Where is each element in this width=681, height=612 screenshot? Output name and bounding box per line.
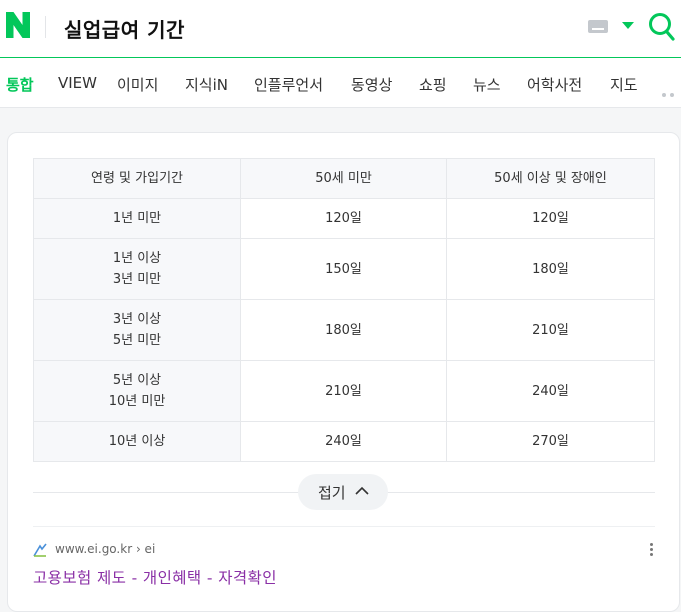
source-url: www.ei.go.kr › ei — [55, 542, 156, 556]
table-row: 10년 이상 240일 270일 — [33, 421, 655, 462]
table-row: 1년 미만 120일 120일 — [33, 198, 655, 239]
more-tabs-icon[interactable] — [662, 82, 678, 101]
site-favicon-icon — [33, 543, 47, 557]
tab-video[interactable]: 동영상 — [351, 74, 392, 95]
table-cell-period: 1년 이상 3년 미만 — [33, 238, 241, 300]
table-cell: 150일 — [240, 238, 447, 300]
table-header: 50세 미만 — [240, 158, 447, 199]
table-cell: 270일 — [446, 421, 655, 462]
table-cell: 120일 — [240, 198, 447, 239]
tab-integrated[interactable]: 통합 — [6, 74, 34, 95]
search-tabs: 통합 VIEW 이미지 지식iN 인플루언서 동영상 쇼핑 뉴스 어학사전 지도 — [0, 58, 681, 108]
keyboard-icon[interactable] — [588, 20, 608, 33]
tab-view[interactable]: VIEW — [58, 74, 97, 92]
table-cell-period: 1년 미만 — [33, 198, 241, 239]
table-row: 5년 이상 10년 미만 210일 240일 — [33, 360, 655, 422]
chevron-up-icon — [355, 486, 369, 495]
tab-knowledge-in[interactable]: 지식iN — [185, 74, 228, 95]
benefit-period-table: 연령 및 가입기간 50세 미만 50세 이상 및 장애인 1년 미만 120일… — [33, 158, 655, 462]
table-cell: 210일 — [240, 360, 447, 422]
tab-influencer[interactable]: 인플루언서 — [254, 74, 323, 95]
search-icon[interactable] — [648, 12, 676, 42]
search-query[interactable]: 실업급여 기간 — [64, 14, 185, 43]
table-cell: 180일 — [446, 238, 655, 300]
table-cell: 240일 — [240, 421, 447, 462]
table-cell-period: 3년 이상 5년 미만 — [33, 299, 241, 361]
collapse-button[interactable]: 접기 — [298, 474, 388, 510]
table-cell: 210일 — [446, 299, 655, 361]
table-row: 3년 이상 5년 미만 180일 210일 — [33, 299, 655, 361]
result-card: 연령 및 가입기간 50세 미만 50세 이상 및 장애인 1년 미만 120일… — [7, 132, 680, 612]
table-cell: 180일 — [240, 299, 447, 361]
caret-down-icon[interactable] — [622, 22, 634, 29]
header-divider — [45, 16, 46, 38]
collapse-button-label: 접기 — [318, 484, 346, 502]
divider — [33, 526, 655, 527]
table-row: 1년 이상 3년 미만 150일 180일 — [33, 238, 655, 300]
table-cell-period: 10년 이상 — [33, 421, 241, 462]
tab-shopping[interactable]: 쇼핑 — [419, 74, 447, 95]
table-header: 연령 및 가입기간 — [33, 158, 241, 199]
more-options-icon[interactable] — [650, 543, 654, 558]
tab-dictionary[interactable]: 어학사전 — [527, 74, 582, 95]
table-cell: 120일 — [446, 198, 655, 239]
table-header: 50세 이상 및 장애인 — [446, 158, 655, 199]
tab-images[interactable]: 이미지 — [117, 74, 158, 95]
table-cell: 240일 — [446, 360, 655, 422]
naver-logo-icon[interactable] — [6, 12, 30, 38]
tab-map[interactable]: 지도 — [610, 74, 638, 95]
tab-news[interactable]: 뉴스 — [473, 74, 501, 95]
result-title-link[interactable]: 고용보험 제도 - 개인혜택 - 자격확인 — [33, 566, 277, 588]
table-cell-period: 5년 이상 10년 미만 — [33, 360, 241, 422]
search-header: 실업급여 기간 — [0, 0, 681, 58]
